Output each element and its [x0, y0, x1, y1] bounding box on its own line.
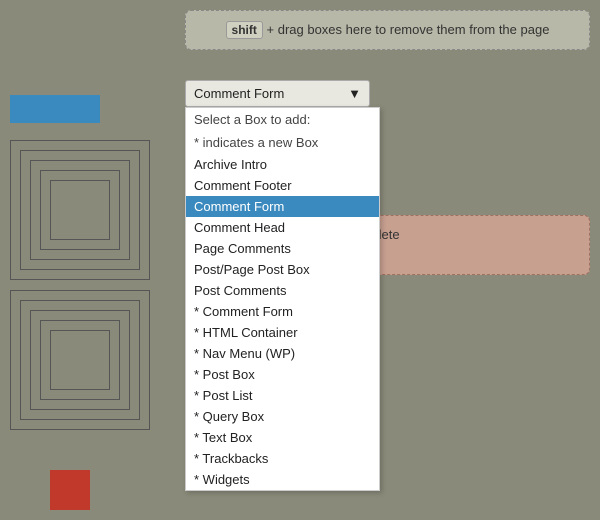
red-box: [50, 470, 90, 510]
menu-item-new-comment-form[interactable]: * Comment Form: [186, 301, 379, 322]
nested-boxes-top: [10, 140, 150, 280]
menu-item-widgets[interactable]: * Widgets: [186, 469, 379, 490]
chevron-down-icon: ▼: [348, 86, 361, 101]
menu-item-query-box[interactable]: * Query Box: [186, 406, 379, 427]
instruction-box: shift + drag boxes here to remove them f…: [185, 10, 590, 50]
menu-item-post-page-post-box[interactable]: Post/Page Post Box: [186, 259, 379, 280]
dropdown-menu: Select a Box to add: * indicates a new B…: [185, 107, 380, 491]
menu-item-archive-intro[interactable]: Archive Intro: [186, 154, 379, 175]
dropdown-selected-label: Comment Form: [194, 86, 284, 101]
dropdown-area: Comment Form ▼ Select a Box to add: * in…: [185, 80, 590, 107]
blue-box: [10, 95, 100, 123]
menu-item-html-container[interactable]: * HTML Container: [186, 322, 379, 343]
nested-boxes-bottom: [10, 290, 150, 430]
menu-item-comment-footer[interactable]: Comment Footer: [186, 175, 379, 196]
instruction-text: + drag boxes here to remove them from th…: [267, 22, 550, 37]
menu-item-trackbacks[interactable]: * Trackbacks: [186, 448, 379, 469]
menu-header: Select a Box to add:: [186, 108, 379, 131]
menu-item-page-comments[interactable]: Page Comments: [186, 238, 379, 259]
menu-item-comment-head[interactable]: Comment Head: [186, 217, 379, 238]
left-panel: [0, 0, 185, 520]
menu-item-comment-form[interactable]: Comment Form: [186, 196, 379, 217]
menu-note: * indicates a new Box: [186, 131, 379, 154]
menu-item-post-comments[interactable]: Post Comments: [186, 280, 379, 301]
menu-item-post-box[interactable]: * Post Box: [186, 364, 379, 385]
dropdown-select[interactable]: Comment Form ▼: [185, 80, 370, 107]
menu-item-post-list[interactable]: * Post List: [186, 385, 379, 406]
shift-key-top: shift: [226, 21, 263, 39]
menu-item-text-box[interactable]: * Text Box: [186, 427, 379, 448]
menu-item-nav-menu-wp[interactable]: * Nav Menu (WP): [186, 343, 379, 364]
